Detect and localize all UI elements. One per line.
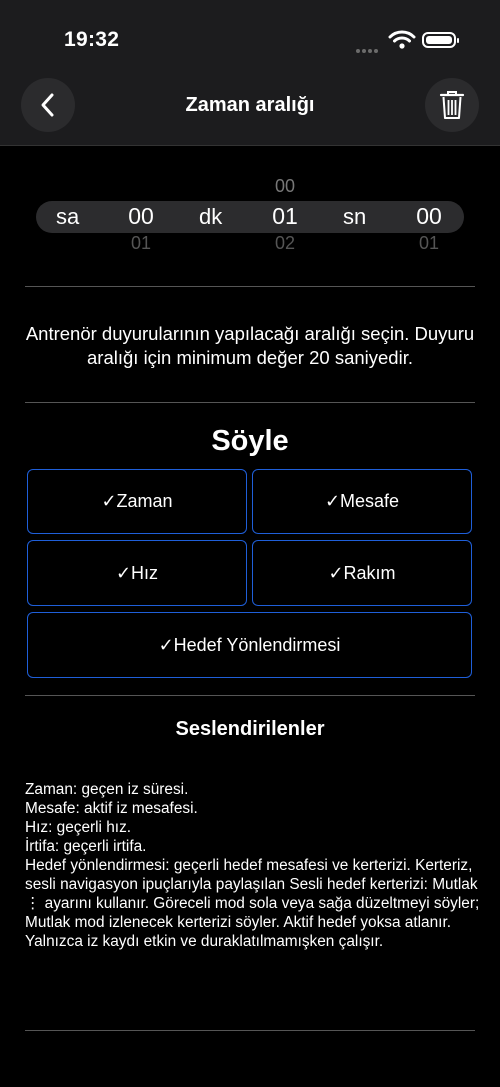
minutes-unit-label: dk <box>199 204 223 229</box>
distance-option-button[interactable]: ✓Mesafe <box>252 469 472 534</box>
delete-button[interactable] <box>425 78 479 132</box>
divider <box>25 286 475 287</box>
status-bar: 19:32 <box>0 0 500 80</box>
say-section-title: Söyle <box>211 425 289 457</box>
interval-picker[interactable]: sa 00 01 dk 00 01 02 sn 00 01 <box>36 170 464 260</box>
minutes-next-value: 02 <box>274 233 296 249</box>
spoken-section-title: Seslendirilenler <box>175 718 325 740</box>
wifi-icon <box>388 30 416 49</box>
time-option-button[interactable]: ✓Zaman <box>27 469 247 534</box>
seconds-unit-label: sn <box>343 204 367 229</box>
battery-icon <box>422 32 459 48</box>
spoken-description: Zaman: geçen iz süresi. Mesafe: aktif iz… <box>25 781 480 950</box>
trash-icon <box>439 91 465 119</box>
speed-option-button[interactable]: ✓Hız <box>27 540 247 606</box>
minutes-prev-value: 00 <box>274 176 296 196</box>
hours-next-value: 01 <box>130 233 152 249</box>
hours-current-value: 00 <box>128 203 154 229</box>
divider <box>25 1030 475 1031</box>
divider <box>25 695 475 696</box>
seconds-current-value: 00 <box>416 203 442 229</box>
status-time: 19:32 <box>64 28 120 51</box>
altitude-option-button[interactable]: ✓Rakım <box>252 540 472 606</box>
navigation-bar: Zaman aralığı <box>0 78 500 146</box>
divider <box>25 402 475 403</box>
target-direction-option-button[interactable]: ✓Hedef Yönlendirmesi <box>27 612 472 678</box>
hours-unit-label: sa <box>56 204 80 229</box>
interval-description: Antrenör duyurularının yapılacağı aralığ… <box>25 323 475 368</box>
minutes-current-value: 01 <box>272 203 298 229</box>
cellular-signal-icon <box>356 40 384 53</box>
seconds-next-value: 01 <box>418 233 440 249</box>
